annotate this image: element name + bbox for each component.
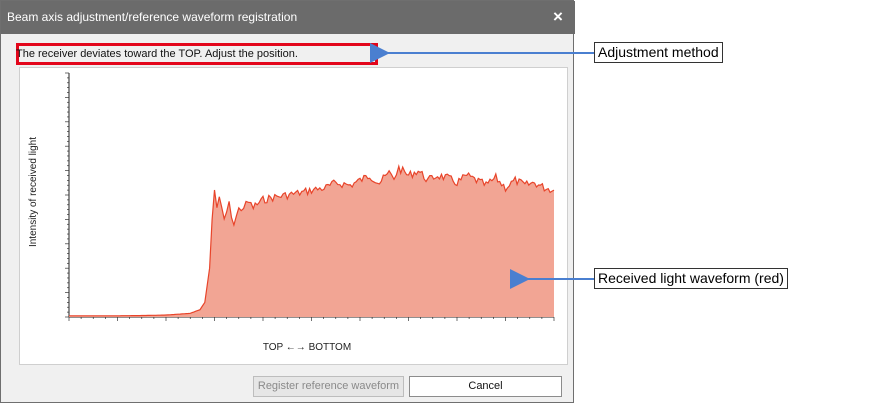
waveform-area — [69, 166, 554, 317]
callout-adjustment-method: Adjustment method — [594, 42, 723, 63]
waveform-chart — [65, 72, 555, 321]
callout-received-light-waveform: Received light waveform (red) — [594, 268, 788, 289]
dialog-window: Beam axis adjustment/reference waveform … — [0, 0, 575, 403]
x-axis-label: TOP ←→ BOTTOM — [262, 342, 352, 353]
cancel-button[interactable]: Cancel — [409, 376, 562, 397]
register-reference-waveform-button[interactable]: Register reference waveform — [253, 376, 404, 397]
